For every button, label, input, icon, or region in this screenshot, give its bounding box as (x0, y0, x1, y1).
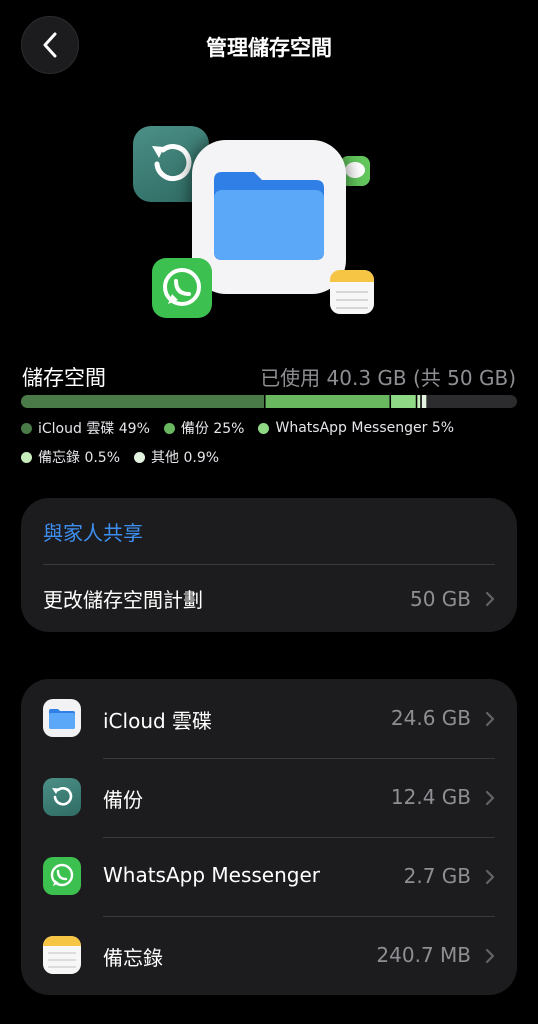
usage-segment-separator (389, 395, 392, 408)
app-name: iCloud 雲碟 (103, 709, 213, 733)
app-size: 240.7 MB (376, 943, 471, 967)
legend-label: 備份 25% (180, 421, 245, 437)
nav-bar: 管理儲存空間 (0, 0, 538, 90)
change-plan-row[interactable]: 更改儲存空間計劃 50 GB (21, 565, 517, 632)
usage-segment-separator (420, 395, 422, 408)
app-size: 12.4 GB (390, 785, 471, 809)
backup-icon (43, 778, 81, 816)
change-plan-value: 50 GB (409, 586, 471, 611)
chevron-right-icon (485, 948, 495, 964)
chevron-right-icon (485, 869, 495, 885)
usage-bar-chart (21, 395, 427, 408)
chevron-right-icon (485, 591, 495, 606)
storage-used-text: 已使用 40.3 GB (共 50 GB) (260, 366, 516, 390)
storage-legend: iCloud 雲碟 49% 備份 25% WhatsApp Messenger … (21, 418, 517, 476)
app-row-whatsapp[interactable]: WhatsApp Messenger 2.7 GB (21, 837, 517, 916)
app-row-backup[interactable]: 備份 12.4 GB (21, 758, 517, 837)
legend-item-notes: 備忘錄 0.5% (21, 447, 120, 467)
storage-usage-bar (21, 395, 517, 408)
legend-item-icloud-drive: iCloud 雲碟 49% (21, 418, 150, 438)
chevron-right-icon (485, 711, 495, 727)
legend-label: WhatsApp Messenger 5% (275, 420, 455, 436)
app-size: 2.7 GB (403, 864, 471, 888)
legend-dot (258, 422, 270, 434)
family-share-row[interactable]: 與家人共享 (21, 498, 517, 564)
change-plan-label: 更改儲存空間計劃 (43, 588, 203, 612)
storage-title: 儲存空間 (22, 366, 106, 390)
files-icon (43, 699, 81, 737)
app-name: 備份 (103, 788, 143, 812)
usage-segment-icloud-drive (21, 395, 265, 408)
legend-row: 備忘錄 0.5% 其他 0.9% (21, 447, 517, 467)
legend-dot (134, 451, 146, 463)
usage-segment-notes (417, 395, 421, 408)
whatsapp-icon (152, 258, 212, 318)
legend-label: 備忘錄 0.5% (38, 450, 121, 466)
whatsapp-icon (43, 857, 81, 895)
app-name: 備忘錄 (103, 946, 163, 970)
legend-row: iCloud 雲碟 49% 備份 25% WhatsApp Messenger … (21, 418, 517, 438)
hero-illustration (130, 124, 380, 324)
notes-icon (330, 270, 374, 314)
legend-label: iCloud 雲碟 49% (38, 421, 150, 437)
legend-item-whatsapp: WhatsApp Messenger 5% (258, 420, 454, 436)
legend-dot (21, 451, 32, 463)
storage-header: 儲存空間 已使用 40.3 GB (共 50 GB) (22, 362, 516, 392)
page-title: 管理儲存空間 (206, 36, 332, 60)
chevron-right-icon (485, 790, 495, 806)
usage-segment-whatsapp (391, 395, 416, 408)
app-row-notes[interactable]: 備忘錄 240.7 MB (21, 916, 517, 995)
app-name: WhatsApp Messenger (103, 863, 321, 887)
legend-label: 其他 0.9% (151, 450, 220, 466)
usage-segment-separator (264, 395, 266, 408)
legend-item-backup: 備份 25% (163, 418, 245, 438)
legend-dot (163, 422, 175, 434)
usage-segment-other (421, 395, 427, 408)
usage-segment-backup (265, 395, 390, 408)
app-row-icloud-drive[interactable]: iCloud 雲碟 24.6 GB (21, 679, 517, 758)
plan-card: 與家人共享 更改儲存空間計劃 50 GB (21, 498, 517, 632)
files-folder-icon (192, 140, 346, 294)
notes-icon (43, 936, 81, 974)
apps-card: iCloud 雲碟 24.6 GB 備份 12.4 GB WhatsApp Me… (21, 679, 517, 995)
app-size: 24.6 GB (390, 706, 471, 730)
family-share-link[interactable]: 與家人共享 (43, 517, 143, 546)
legend-item-other: 其他 0.9% (134, 447, 219, 467)
legend-dot (21, 422, 32, 434)
usage-segment-separator (415, 395, 418, 408)
